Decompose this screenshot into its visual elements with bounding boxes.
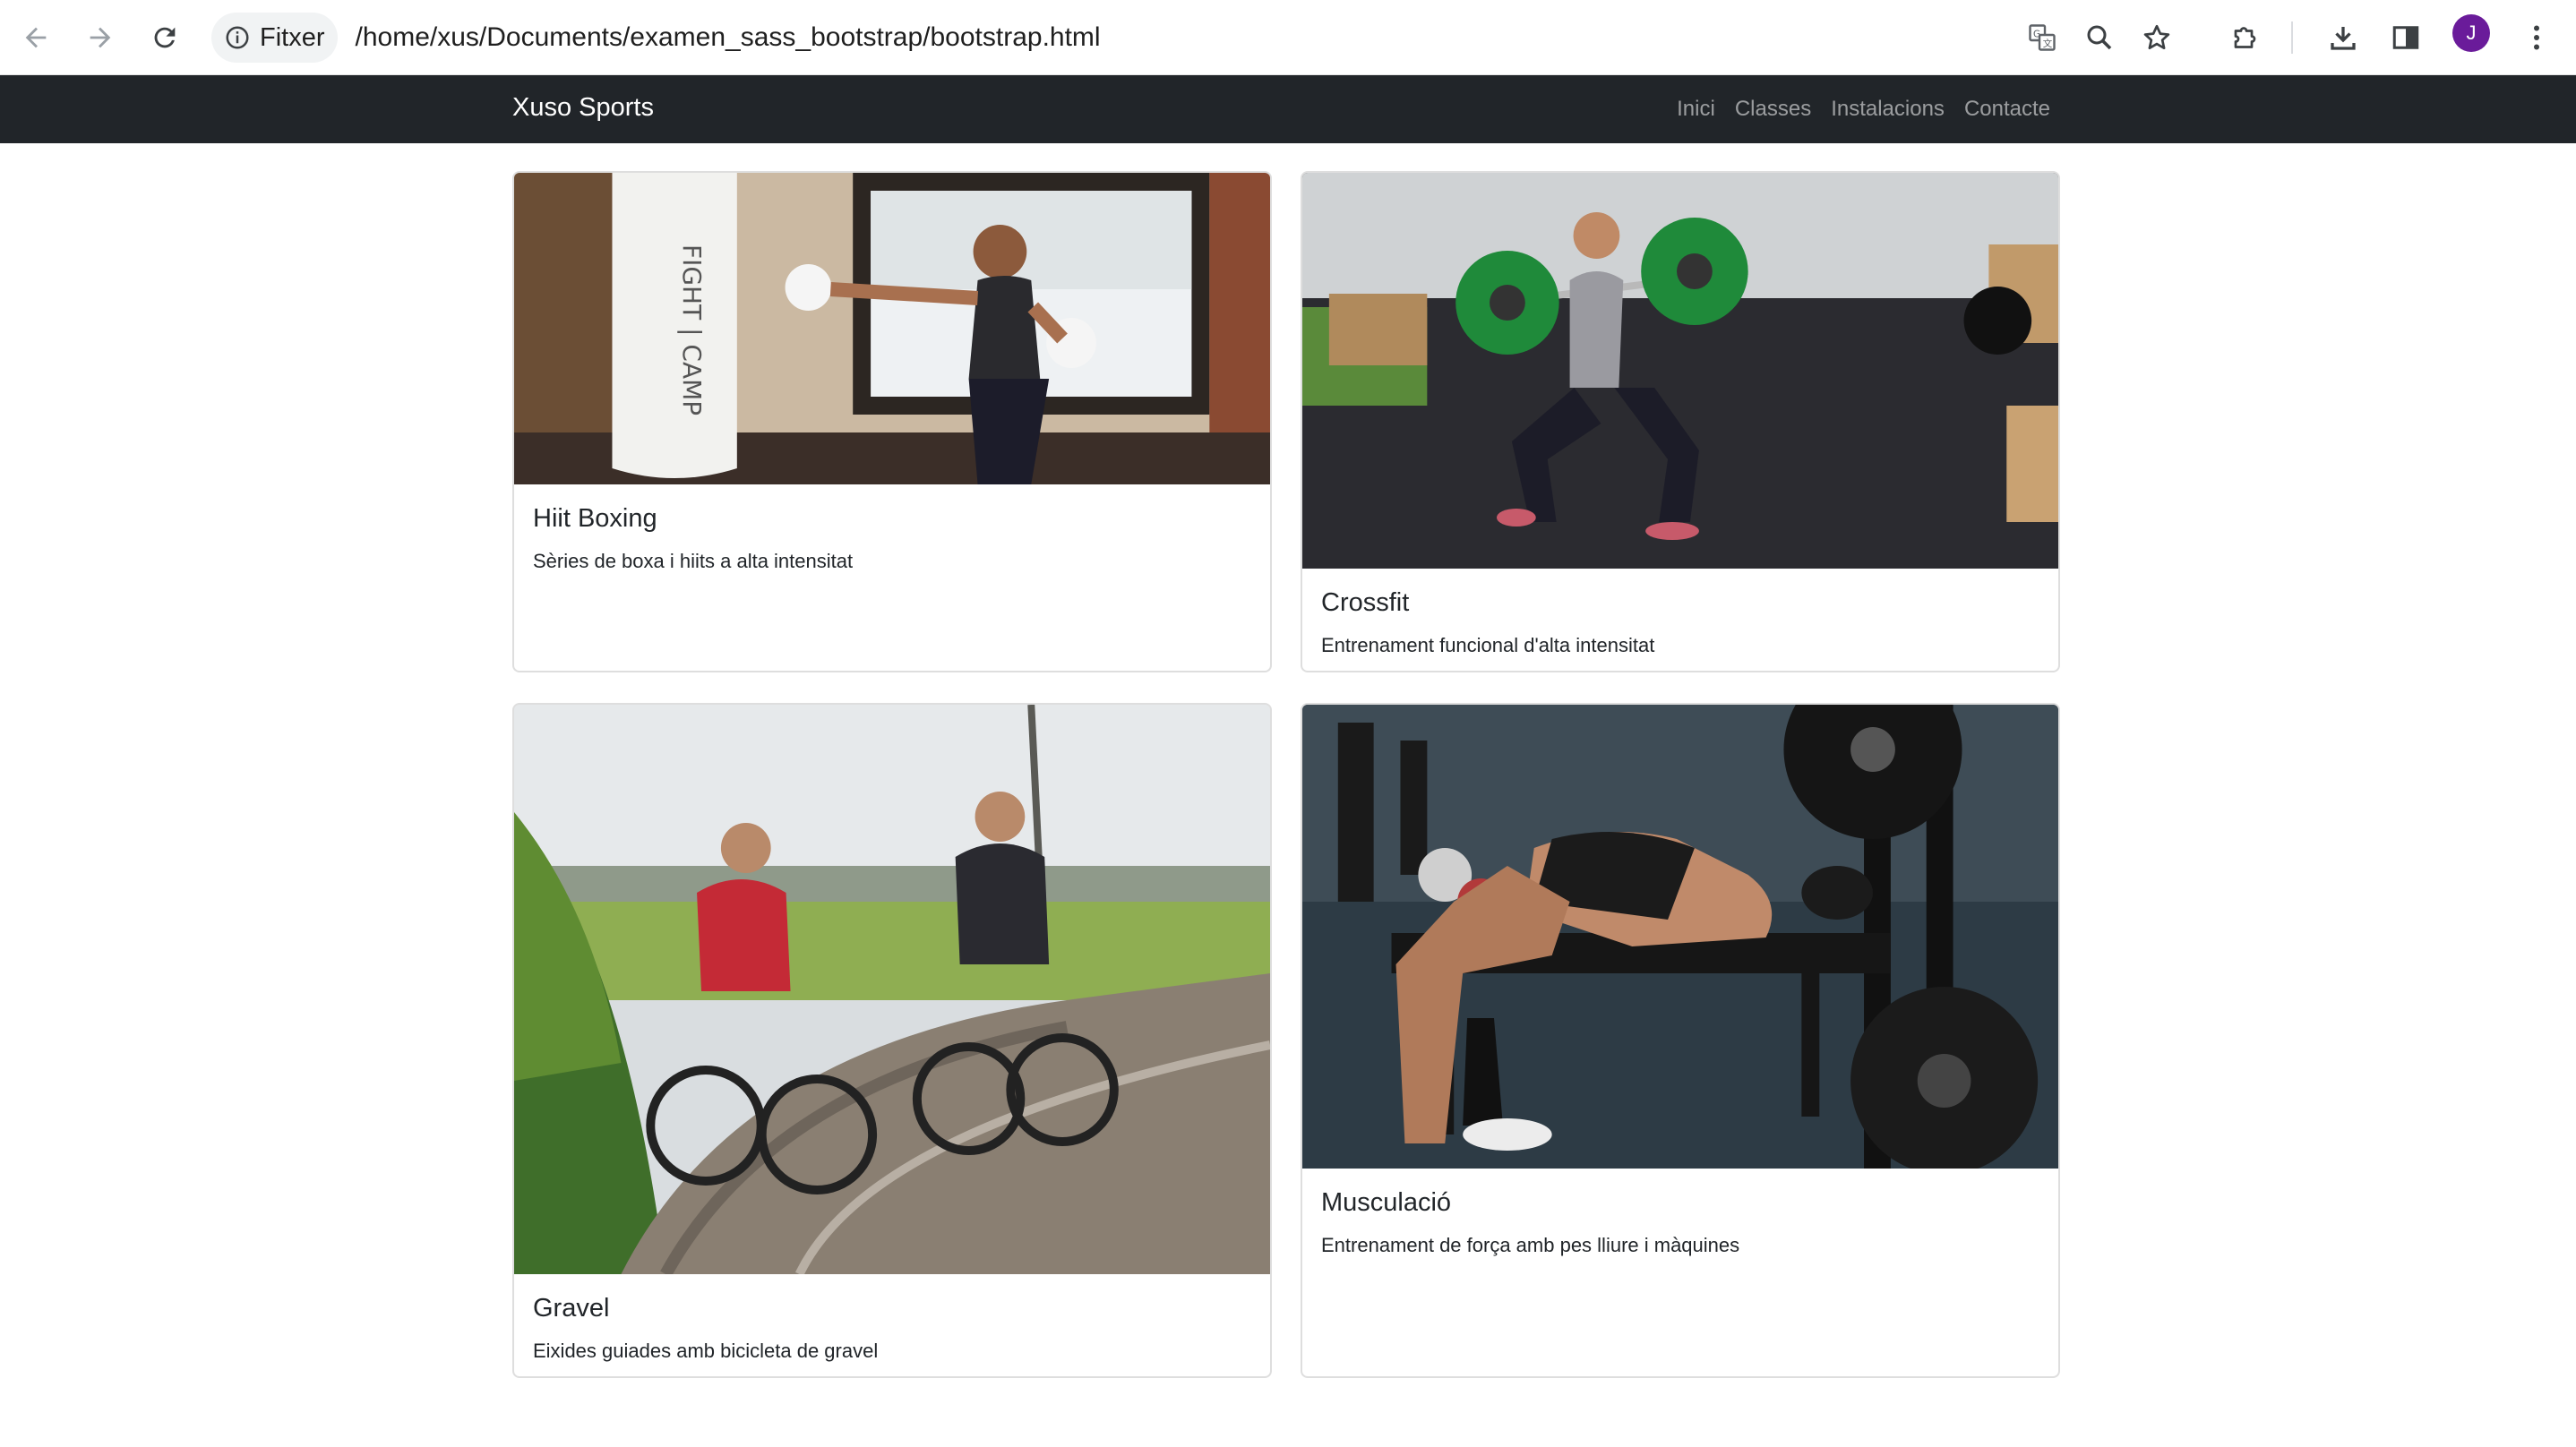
site-info-label: Fitxer	[260, 22, 325, 52]
arrow-right-icon	[90, 27, 111, 48]
back-button[interactable]	[11, 13, 61, 63]
downloads-button[interactable]	[2318, 13, 2368, 63]
side-panel-icon	[2392, 26, 2419, 49]
profile-avatar[interactable]: J	[2452, 14, 2490, 52]
navbar-links: Inici Classes Instalacions Contacte	[1677, 97, 2050, 122]
zoom-button[interactable]	[2074, 13, 2125, 63]
gravel-photo	[514, 705, 1270, 1274]
card-title: Gravel	[533, 1294, 610, 1323]
card-text: Entrenament funcional d'alta intensitat	[1321, 634, 1655, 656]
nav-link-inici[interactable]: Inici	[1677, 97, 1715, 122]
bookmark-button[interactable]	[2132, 13, 2182, 63]
forward-button[interactable]	[75, 13, 125, 63]
card-title: Crossfit	[1321, 588, 1410, 617]
card-title: Musculació	[1321, 1188, 1452, 1217]
card-musculacio: Musculació Entrenament de força amb pes …	[1301, 703, 2060, 1378]
card-text: Sèries de boxa i hiits a alta intensitat	[533, 550, 854, 572]
side-panel-button[interactable]	[2381, 13, 2431, 63]
svg-text:FIGHT | CAMP: FIGHT | CAMP	[677, 244, 707, 415]
nav-link-contacte[interactable]: Contacte	[1964, 97, 2050, 122]
address-bar[interactable]: Fitxer /home/xus/Documents/examen_sass_b…	[211, 9, 2057, 66]
download-icon	[2331, 27, 2356, 50]
more-vert-icon	[2534, 25, 2539, 50]
card-text: Entrenament de força amb pes lliure i mà…	[1321, 1234, 1740, 1256]
card-crossfit: Crossfit Entrenament funcional d'alta in…	[1301, 171, 2060, 672]
site-info-chip[interactable]: Fitxer	[211, 13, 338, 63]
reload-icon	[154, 27, 176, 48]
info-icon	[226, 26, 249, 49]
browser-menu-button[interactable]	[2512, 13, 2562, 63]
card-text: Eixides guiades amb bicicleta de gravel	[533, 1340, 879, 1362]
browser-toolbar: Fitxer /home/xus/Documents/examen_sass_b…	[0, 0, 2576, 75]
extensions-button[interactable]	[2221, 13, 2271, 63]
reload-button[interactable]	[140, 13, 190, 63]
translate-button[interactable]: G文	[2017, 13, 2067, 63]
svg-text:G: G	[2033, 29, 2040, 39]
boxing-photo: FIGHT | CAMP	[514, 173, 1270, 484]
navbar-brand[interactable]: Xuso Sports	[512, 93, 654, 123]
url-text[interactable]: /home/xus/Documents/examen_sass_bootstra…	[356, 22, 1101, 53]
puzzle-icon	[2234, 27, 2256, 48]
translate-icon: G文	[2029, 24, 2056, 51]
zoom-icon	[2087, 25, 2112, 50]
nav-link-instalacions[interactable]: Instalacions	[1831, 97, 1945, 122]
toolbar-separator	[2291, 21, 2293, 54]
card-gravel: Gravel Eixides guiades amb bicicleta de …	[512, 703, 1272, 1378]
nav-link-classes[interactable]: Classes	[1735, 97, 1811, 122]
bench-press-photo	[1302, 705, 2058, 1169]
arrow-left-icon	[25, 27, 47, 48]
site-navbar: Xuso Sports Inici Classes Instalacions C…	[0, 75, 2576, 143]
card-title: Hiit Boxing	[533, 504, 657, 533]
svg-text:文: 文	[2043, 38, 2053, 49]
card-hiit-boxing: FIGHT | CAMP Hiit Boxing Sèries de boxa …	[512, 171, 1272, 672]
crossfit-photo	[1302, 173, 2058, 569]
star-icon	[2143, 24, 2170, 50]
